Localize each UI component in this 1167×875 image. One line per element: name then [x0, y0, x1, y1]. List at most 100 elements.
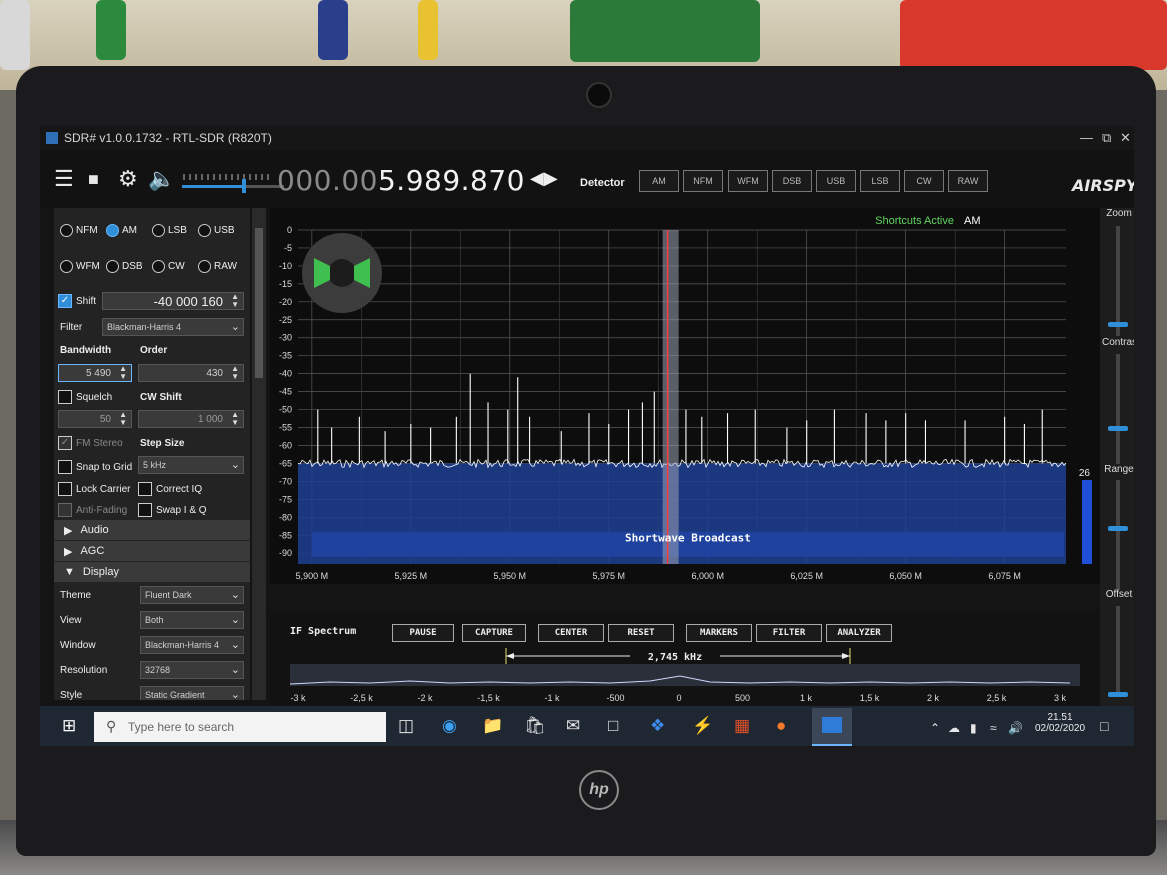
bandwidth-input[interactable]: 5 490 ▲ ▼ — [58, 364, 132, 382]
store-icon[interactable]: 🛍 — [524, 716, 546, 736]
taskbar-search-box[interactable]: ⚲ Type here to search — [94, 712, 386, 742]
edge-icon[interactable]: ◉ — [442, 716, 457, 736]
chevron-right-icon[interactable]: ▶ — [64, 524, 72, 537]
office-icon[interactable]: ▦ — [734, 716, 750, 736]
cw-shift-value[interactable]: 1 000 — [198, 414, 223, 425]
cw-shift-input[interactable]: 1 000 ▲ ▼ — [138, 410, 244, 428]
radio-usb[interactable]: USB — [198, 224, 235, 237]
detector-cw-button[interactable]: CW — [904, 170, 944, 192]
firefox-icon[interactable]: ● — [776, 716, 786, 736]
system-clock[interactable]: 21.51 02/02/2020 — [1030, 712, 1090, 734]
speaker-icon[interactable]: 🔈 — [148, 168, 175, 190]
dropbox-icon[interactable]: ❖ — [650, 716, 665, 736]
chevron-down-icon[interactable]: ⌄ — [231, 638, 240, 651]
anti-fading-checkbox[interactable]: Anti-Fading — [58, 503, 127, 517]
chevron-down-icon[interactable]: ⌄ — [231, 663, 240, 676]
radio-nfm[interactable]: NFM — [60, 224, 98, 237]
filter-select[interactable]: Blackman-Harris 4 ⌄ — [102, 318, 244, 336]
detector-am-button[interactable]: AM — [639, 170, 679, 192]
sdrsharp-taskbar-button[interactable] — [812, 708, 852, 746]
battery-icon[interactable]: ▮ — [970, 718, 977, 738]
wifi-icon[interactable]: ≈ — [990, 718, 997, 738]
volume-slider[interactable] — [180, 170, 290, 194]
chevron-down-icon[interactable]: ⌄ — [231, 458, 240, 471]
radio-am[interactable]: AM — [106, 224, 137, 237]
checkbox-box[interactable] — [58, 460, 72, 474]
radio-raw[interactable]: RAW — [198, 260, 237, 273]
correct-iq-checkbox[interactable]: Correct IQ — [138, 482, 202, 496]
lock-carrier-checkbox[interactable]: Lock Carrier — [58, 482, 130, 496]
chevron-down-icon[interactable]: ⌄ — [231, 588, 240, 601]
checkmark-icon[interactable]: ✓ — [58, 436, 72, 450]
chevron-down-icon[interactable]: ⌄ — [231, 320, 240, 333]
window-select[interactable]: Blackman-Harris 4 ⌄ — [140, 636, 244, 654]
squelch-value[interactable]: 50 — [100, 414, 111, 425]
view-value[interactable]: Both — [145, 615, 164, 625]
frequency-leading-digits[interactable]: 000.00 — [277, 164, 378, 197]
if-spectrum-chart[interactable]: 2,745 kHz -3 k -2,5 k -2 k -1,5 k -1 k -500 0 5… — [270, 646, 1100, 706]
radio-wfm[interactable]: WFM — [60, 260, 100, 273]
stop-icon[interactable]: ■ — [88, 168, 99, 190]
radio-circle[interactable] — [198, 260, 211, 273]
checkmark-icon[interactable]: ✓ — [58, 294, 72, 308]
tuned-filter-highlight[interactable] — [662, 230, 679, 564]
volume-icon[interactable]: 🔊 — [1008, 718, 1023, 738]
bandwidth-value[interactable]: 5 490 — [86, 368, 111, 379]
checkbox-box[interactable] — [138, 482, 152, 496]
windows-start-icon[interactable]: ⊞ — [62, 716, 76, 736]
menu-icon[interactable]: ☰ — [54, 168, 74, 190]
spinner-icon[interactable]: ▲ ▼ — [119, 411, 127, 427]
detector-wfm-button[interactable]: WFM — [728, 170, 768, 192]
checkbox-box[interactable] — [58, 503, 72, 517]
theme-value[interactable]: Fluent Dark — [145, 590, 192, 600]
theme-select[interactable]: Fluent Dark ⌄ — [140, 586, 244, 604]
filter-button[interactable]: FILTER — [756, 624, 822, 642]
spectrum-view[interactable]: 0 -5 -10 -15 -20 -25 -30 -35 -40 -45 -50 -55 -60 -65 -… — [270, 208, 1100, 584]
range-slider[interactable] — [1116, 480, 1120, 590]
detector-raw-button[interactable]: RAW — [948, 170, 988, 192]
order-input[interactable]: 430 ▲ ▼ — [138, 364, 244, 382]
app-bolt-icon[interactable]: ⚡ — [692, 716, 713, 736]
spinner-icon[interactable]: ▲ ▼ — [231, 365, 239, 381]
radio-circle[interactable] — [152, 260, 165, 273]
display-section-header[interactable]: ▼ Display — [54, 562, 250, 582]
spinner-icon[interactable]: ▲ ▼ — [119, 365, 127, 381]
zoom-slider[interactable] — [1116, 226, 1120, 336]
radio-circle[interactable] — [106, 260, 119, 273]
shift-input[interactable]: -40 000 160 ▲ ▼ — [102, 292, 244, 310]
detector-dsb-button[interactable]: DSB — [772, 170, 812, 192]
reset-button[interactable]: RESET — [608, 624, 674, 642]
range-slider-thumb[interactable] — [1108, 526, 1128, 531]
audio-section-header[interactable]: ▶ Audio — [54, 520, 250, 540]
order-value[interactable]: 430 — [206, 368, 223, 379]
detector-lsb-button[interactable]: LSB — [860, 170, 900, 192]
checkbox-box[interactable] — [58, 482, 72, 496]
contrast-slider-thumb[interactable] — [1108, 426, 1128, 431]
tray-chevron-up-icon[interactable]: ⌃ — [930, 718, 940, 738]
agc-section-header[interactable]: ▶ AGC — [54, 541, 250, 561]
center-button[interactable]: CENTER — [538, 624, 604, 642]
resolution-value[interactable]: 32768 — [145, 665, 170, 675]
radio-circle[interactable] — [198, 224, 211, 237]
onedrive-icon[interactable]: ☁ — [948, 718, 960, 738]
display-section-label[interactable]: Display — [83, 566, 119, 578]
radio-circle[interactable] — [152, 224, 165, 237]
minimize-icon[interactable]: — — [1080, 130, 1093, 145]
spinner-icon[interactable]: ▲ ▼ — [231, 293, 239, 309]
view-select[interactable]: Both ⌄ — [140, 611, 244, 629]
spectrum-chart[interactable]: 0 -5 -10 -15 -20 -25 -30 -35 -40 -45 -50 -55 -60 -65 -… — [270, 208, 1100, 584]
capture-button[interactable]: CAPTURE — [462, 624, 526, 642]
shift-checkbox[interactable]: ✓ Shift — [58, 294, 96, 308]
zoom-slider-thumb[interactable] — [1108, 322, 1128, 327]
frequency-value[interactable]: 5.989.870 — [378, 164, 525, 197]
close-icon[interactable]: ✕ — [1120, 130, 1131, 146]
frequency-display[interactable]: 000.005.989.870 — [277, 164, 525, 197]
radio-circle[interactable] — [106, 224, 119, 237]
amazon-icon[interactable]: □ — [608, 716, 618, 736]
chevron-right-icon[interactable]: ▶ — [64, 545, 72, 558]
clock-date[interactable]: 02/02/2020 — [1030, 723, 1090, 734]
step-size-select[interactable]: 5 kHz ⌄ — [138, 456, 244, 474]
snap-to-grid-checkbox[interactable]: Snap to Grid — [58, 460, 132, 474]
detector-nfm-button[interactable]: NFM — [683, 170, 723, 192]
mail-icon[interactable]: ✉ — [566, 716, 580, 736]
